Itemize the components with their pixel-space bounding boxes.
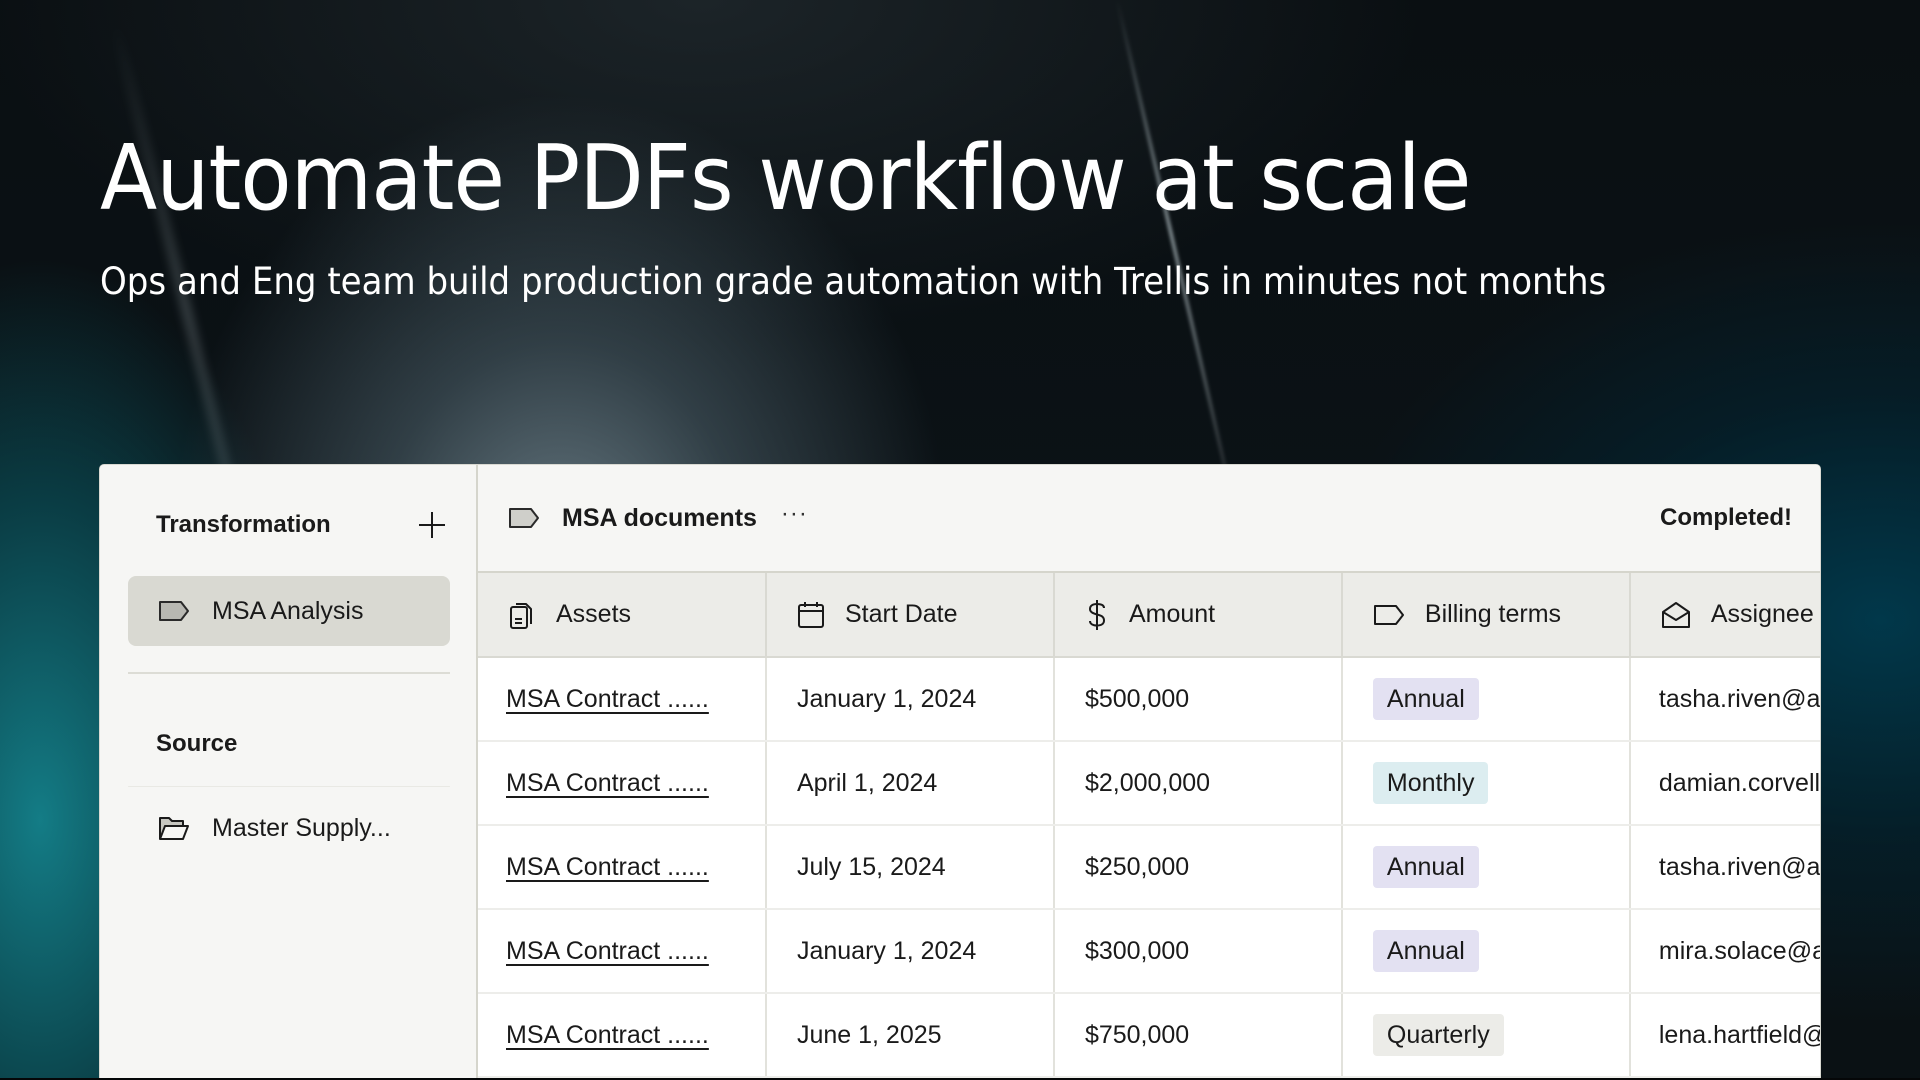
source-title: Source <box>156 730 238 757</box>
dollar-icon <box>1085 599 1109 631</box>
column-header-billing-terms[interactable]: Billing terms <box>1341 573 1631 658</box>
column-label: Billing terms <box>1424 600 1562 628</box>
table-row[interactable]: MSA Contract ...... January 1, 2024 $300… <box>478 909 1820 994</box>
calendar-icon <box>797 600 825 630</box>
table-row[interactable]: MSA Contract ...... July 15, 2024 $250,0… <box>478 825 1820 910</box>
column-header-assets[interactable]: Assets <box>478 573 767 658</box>
sidebar-divider <box>128 672 450 674</box>
cell-amount: $250,000 <box>1053 825 1343 910</box>
cell-amount: $2,000,000 <box>1053 741 1343 826</box>
column-header-assignee[interactable]: Assignee <box>1629 573 1820 658</box>
sidebar-item-msa-analysis[interactable]: MSA Analysis <box>128 576 450 646</box>
asset-link[interactable]: MSA Contract ...... <box>506 685 709 713</box>
cell-start-date: January 1, 2024 <box>765 909 1055 994</box>
cell-assignee: lena.hartfield@a... <box>1629 993 1820 1078</box>
cell-assignee: tasha.riven@ac... <box>1629 657 1820 742</box>
cell-billing-terms: Annual <box>1341 825 1631 910</box>
cell-billing-terms: Annual <box>1341 909 1631 994</box>
cell-assignee: damian.corvell@... <box>1629 741 1820 826</box>
cell-amount: $750,000 <box>1053 993 1343 1078</box>
cell-billing-terms: Quarterly <box>1341 993 1631 1078</box>
asset-link[interactable]: MSA Contract ...... <box>506 769 709 797</box>
source-divider <box>128 786 450 787</box>
dataset-title: MSA documents <box>562 503 757 532</box>
hero-subtitle: Ops and Eng team build production grade … <box>100 260 1607 303</box>
hero-title: Automate PDFs workflow at scale <box>100 126 1471 231</box>
toolbar: MSA documents ··· Completed! <box>478 465 1820 573</box>
cell-amount: $500,000 <box>1053 657 1343 742</box>
status-text: Completed! <box>1660 504 1792 531</box>
sidebar: Transformation MSA Analysis Source Maste… <box>100 465 478 1078</box>
cell-start-date: June 1, 2025 <box>765 993 1055 1078</box>
cell-assignee: tasha.riven@ac... <box>1629 825 1820 910</box>
column-label: Amount <box>1128 600 1216 628</box>
asset-link[interactable]: MSA Contract ...... <box>506 1021 709 1049</box>
cell-asset: MSA Contract ...... <box>478 825 767 910</box>
cell-start-date: January 1, 2024 <box>765 657 1055 742</box>
column-label: Start Date <box>844 600 958 628</box>
asset-link[interactable]: MSA Contract ...... <box>506 937 709 965</box>
cell-billing-terms: Annual <box>1341 657 1631 742</box>
column-label: Assets <box>556 600 632 628</box>
cell-asset: MSA Contract ...... <box>478 909 767 994</box>
billing-badge: Quarterly <box>1372 1014 1504 1056</box>
sidebar-item-label: Master Supply... <box>212 813 391 842</box>
asset-link[interactable]: MSA Contract ...... <box>506 853 709 881</box>
billing-badge: Annual <box>1372 678 1479 720</box>
tag-icon <box>158 600 190 622</box>
cell-assignee: mira.solace@ac... <box>1629 909 1820 994</box>
column-header-start-date[interactable]: Start Date <box>765 573 1055 658</box>
folder-open-icon <box>158 815 190 841</box>
sidebar-item-label: MSA Analysis <box>212 596 364 625</box>
transformation-header: Transformation <box>156 505 448 545</box>
billing-badge: Annual <box>1372 930 1479 972</box>
cell-start-date: April 1, 2024 <box>765 741 1055 826</box>
cell-amount: $300,000 <box>1053 909 1343 994</box>
documents-icon <box>508 600 536 630</box>
sidebar-item-master-supply[interactable]: Master Supply... <box>128 793 450 863</box>
more-options-button[interactable]: ··· <box>781 500 808 528</box>
cell-asset: MSA Contract ...... <box>478 657 767 742</box>
cell-asset: MSA Contract ...... <box>478 741 767 826</box>
cell-asset: MSA Contract ...... <box>478 993 767 1078</box>
cell-start-date: July 15, 2024 <box>765 825 1055 910</box>
add-transformation-button[interactable] <box>416 509 448 541</box>
main-panel: MSA documents ··· Completed! Assets Star… <box>478 465 1820 1078</box>
table-row[interactable]: MSA Contract ...... June 1, 2025 $750,00… <box>478 993 1820 1078</box>
transformation-title: Transformation <box>156 511 331 538</box>
cell-billing-terms: Monthly <box>1341 741 1631 826</box>
tag-icon <box>508 507 540 529</box>
table-header-row: Assets Start Date Amount Billing terms A… <box>478 573 1820 658</box>
data-table: Assets Start Date Amount Billing terms A… <box>478 573 1820 1078</box>
envelope-open-icon <box>1661 601 1691 629</box>
billing-badge: Annual <box>1372 846 1479 888</box>
app-window: Transformation MSA Analysis Source Maste… <box>100 465 1820 1078</box>
table-row[interactable]: MSA Contract ...... April 1, 2024 $2,000… <box>478 741 1820 826</box>
billing-badge: Monthly <box>1372 762 1489 804</box>
table-row[interactable]: MSA Contract ...... January 1, 2024 $500… <box>478 657 1820 742</box>
column-label: Assignee <box>1710 600 1814 628</box>
tag-icon <box>1373 604 1405 626</box>
column-header-amount[interactable]: Amount <box>1053 573 1343 658</box>
